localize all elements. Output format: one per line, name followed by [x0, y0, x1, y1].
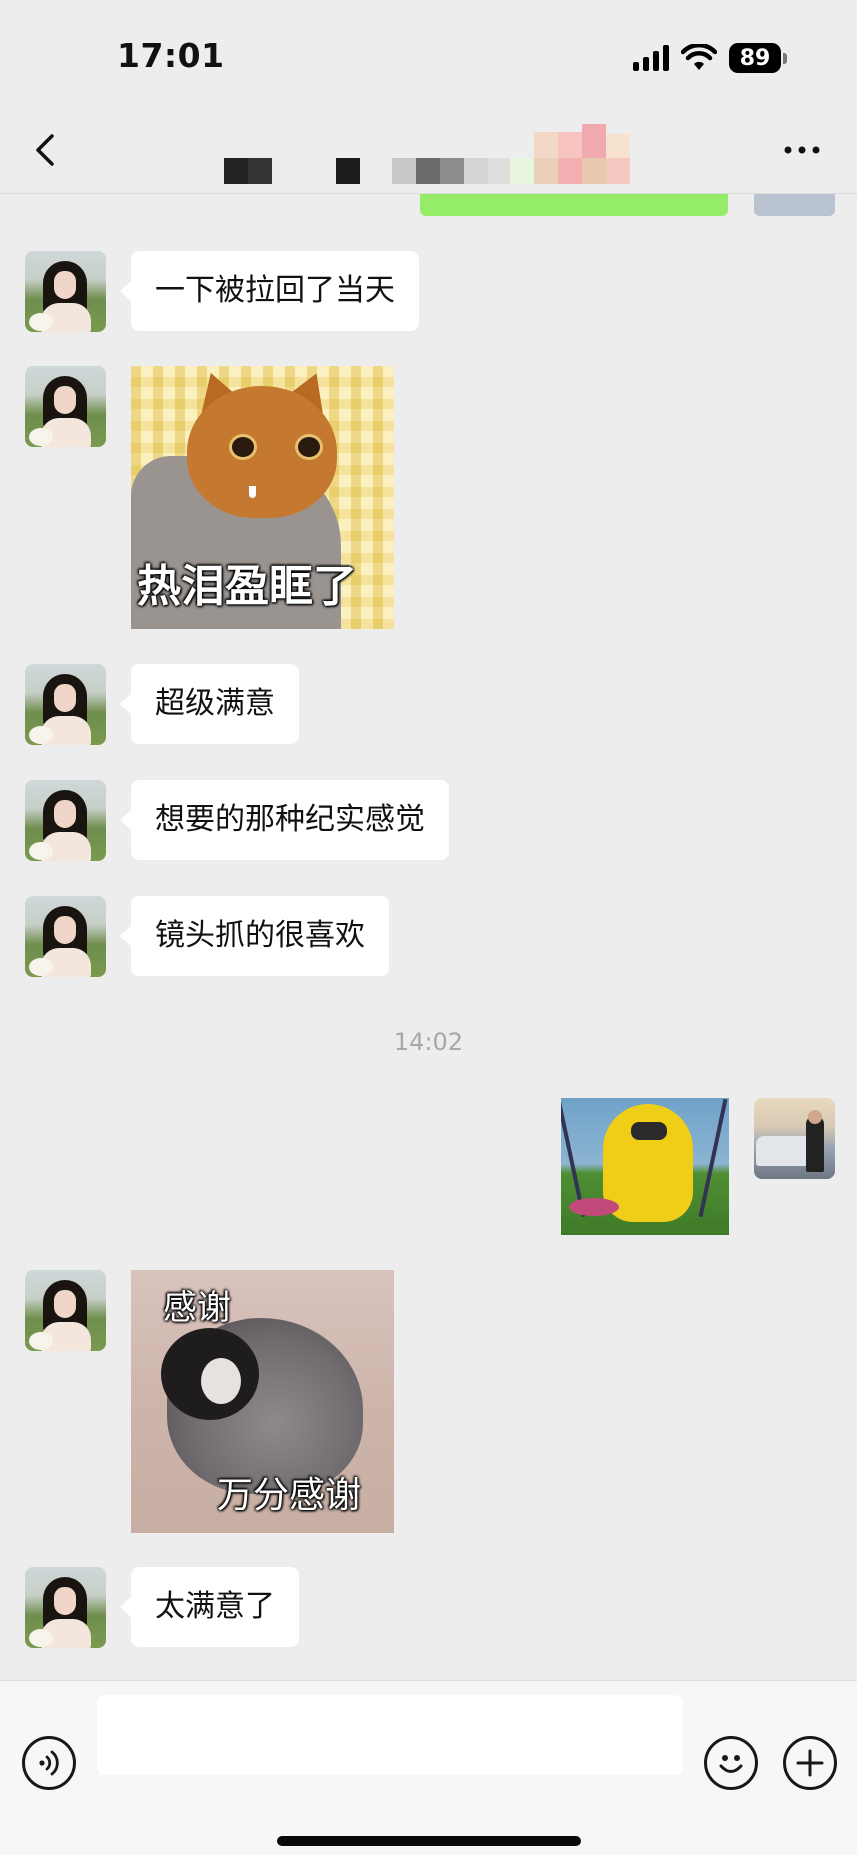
- emoji-icon[interactable]: [704, 1736, 758, 1790]
- chat-title: [220, 132, 221, 133]
- teddy-swing-sticker[interactable]: [561, 1098, 729, 1235]
- contact-avatar[interactable]: [25, 1270, 106, 1351]
- voice-icon[interactable]: [22, 1736, 76, 1790]
- message-timestamp: 14:02: [393, 1028, 464, 1056]
- input-bar: [0, 1680, 857, 1855]
- wifi-icon: [681, 44, 717, 70]
- contact-avatar[interactable]: [25, 780, 106, 861]
- cellular-signal-icon: [633, 45, 669, 71]
- contact-avatar[interactable]: [25, 664, 106, 745]
- more-horizontal-icon[interactable]: [779, 130, 825, 170]
- message-bubble[interactable]: 一下被拉回了当天: [120, 251, 419, 331]
- chat-area[interactable]: 一下被拉回了当天 热泪盈眶了 超级满意 想要的那种纪实感觉 镜头抓的很喜欢 14…: [0, 194, 857, 1679]
- cat-crying-sticker[interactable]: 热泪盈眶了: [131, 366, 394, 629]
- status-bar: 17:01 89: [0, 0, 857, 110]
- chat-title-obscured[interactable]: [220, 124, 660, 190]
- my-avatar[interactable]: [754, 1098, 835, 1179]
- status-icons: 89: [633, 40, 787, 76]
- sticker-caption: 热泪盈眶了: [137, 561, 357, 612]
- nav-bar: [0, 110, 857, 194]
- status-time: 17:01: [117, 36, 225, 75]
- chevron-left-icon[interactable]: [28, 130, 68, 170]
- contact-avatar[interactable]: [25, 896, 106, 977]
- contact-avatar[interactable]: [25, 251, 106, 332]
- message-bubble[interactable]: 太满意了: [120, 1567, 299, 1647]
- contact-avatar[interactable]: [25, 1567, 106, 1648]
- sticker-caption-top: 感谢: [163, 1288, 231, 1328]
- message-bubble[interactable]: 超级满意: [120, 664, 299, 744]
- contact-avatar[interactable]: [25, 366, 106, 447]
- plus-circle-icon[interactable]: [783, 1736, 837, 1790]
- message-input[interactable]: [97, 1695, 683, 1775]
- battery-level: 89: [729, 43, 781, 73]
- battery-icon: 89: [729, 43, 787, 73]
- penguin-thanks-sticker[interactable]: 感谢 万分感谢: [131, 1270, 394, 1533]
- message-bubble[interactable]: 镜头抓的很喜欢: [120, 896, 389, 976]
- sticker-caption-bottom: 万分感谢: [217, 1475, 362, 1516]
- home-indicator[interactable]: [277, 1836, 581, 1846]
- message-bubble[interactable]: 想要的那种纪实感觉: [120, 780, 449, 860]
